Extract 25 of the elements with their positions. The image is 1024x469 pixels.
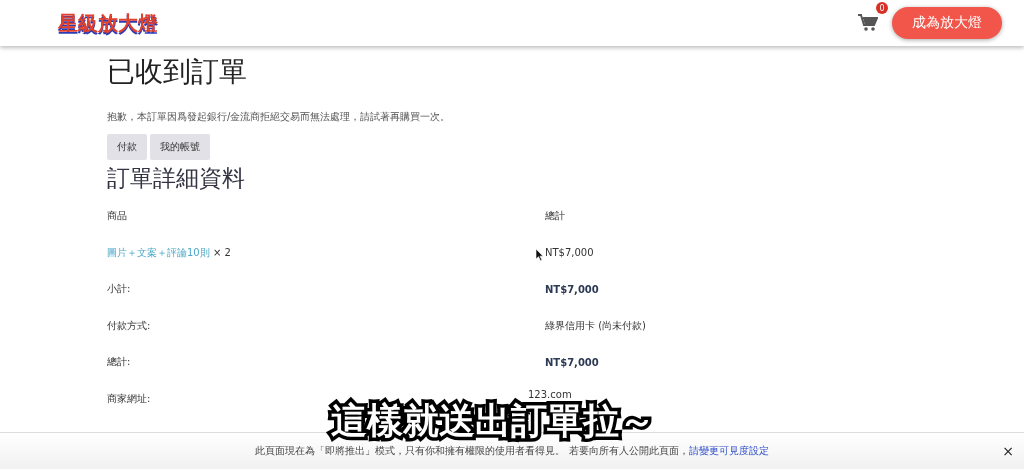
- action-button[interactable]: 付款: [107, 134, 147, 160]
- column-header: 總計: [545, 209, 565, 224]
- table-cell: 商家網址:: [107, 391, 151, 406]
- video-caption: 這樣就送出訂單拉～: [326, 398, 660, 444]
- visibility-link[interactable]: 請變更可見度設定: [688, 445, 769, 456]
- table-cell: NT$7,000: [545, 356, 599, 368]
- table-cell: 總計:: [107, 355, 131, 370]
- banner-text: 此頁面現在為「即將推出」模式，只有你和擁有權限的使用者看得見。 若要向所有人公開此頁面，請變更可見度設定: [255, 444, 769, 458]
- table-cell: NT$7,000: [545, 247, 594, 259]
- pointer-icon: [536, 249, 544, 261]
- column-header: 商品: [107, 209, 127, 224]
- cart-icon[interactable]: [858, 14, 878, 32]
- table-cell: 付款方式:: [107, 318, 151, 333]
- cart-count-badge: 0: [876, 2, 888, 14]
- table-cell: 小計:: [107, 282, 131, 297]
- page-title: 已收到訂單: [107, 54, 248, 90]
- table-cell: NT$7,000: [545, 283, 599, 295]
- table-cell: 綠界信用卡 (尚未付款): [545, 318, 646, 333]
- section-heading: 訂單詳細資料: [107, 164, 246, 193]
- site-logo[interactable]: 星級放大燈: [58, 9, 158, 37]
- notice-text: 抱歉，本訂單因爲發起銀行/金流商拒絕交易而無法處理，請試著再購買一次。: [107, 110, 452, 124]
- table-cell: 圖片＋文案＋評論10則 × 2: [107, 245, 231, 260]
- close-button[interactable]: ×: [1002, 443, 1014, 459]
- table-cell: 123.com: [528, 389, 572, 401]
- action-button[interactable]: 我的帳號: [150, 134, 210, 160]
